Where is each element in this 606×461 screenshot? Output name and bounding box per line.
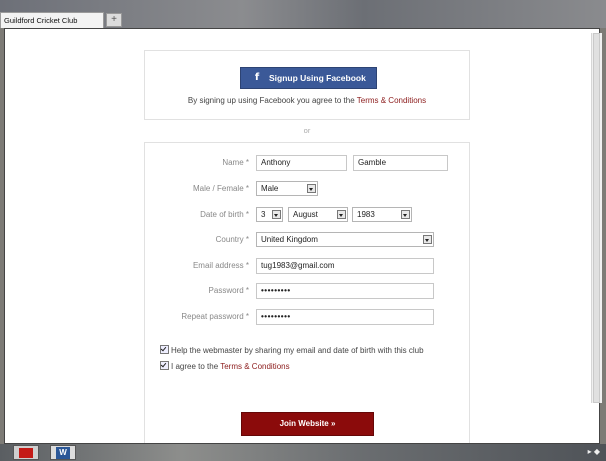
facebook-icon: f (254, 72, 260, 83)
facebook-signup-label: Signup Using Facebook (269, 73, 366, 83)
agree-terms-prefix: I agree to the (171, 362, 219, 371)
password-label: Password * (208, 286, 249, 295)
last-name-input[interactable]: Gamble (353, 155, 448, 171)
facebook-signup-button[interactable]: f Signup Using Facebook (240, 67, 377, 89)
repeat-password-label: Repeat password * (181, 312, 249, 321)
help-webmaster-checkbox[interactable] (160, 345, 169, 354)
agree-terms-link[interactable]: Terms & Conditions (220, 362, 289, 371)
new-tab-button[interactable]: + (106, 13, 122, 27)
taskbar-word-app[interactable]: W (50, 445, 76, 460)
facebook-terms-prefix: By signing up using Facebook you agree t… (187, 96, 355, 105)
gender-select-value: Male (261, 184, 279, 193)
facebook-signup-card: f Signup Using Facebook By signing up us… (144, 50, 470, 120)
repeat-password-input[interactable]: ••••••••• (256, 309, 434, 325)
vertical-scrollbar[interactable] (591, 33, 602, 403)
gender-select[interactable]: Male (256, 181, 318, 196)
chevron-down-icon (401, 210, 410, 219)
tab-guildford-cricket-club[interactable]: Guildford Cricket Club (0, 12, 104, 28)
name-label: Name * (222, 158, 249, 167)
chevron-down-icon (307, 184, 316, 193)
chevron-down-icon (423, 235, 432, 244)
page-viewport: f Signup Using Facebook By signing up us… (4, 28, 600, 444)
join-website-button[interactable]: Join Website » (241, 412, 374, 436)
country-select-value: United Kingdom (261, 235, 318, 244)
system-tray[interactable]: ▸ ◆ (588, 447, 600, 456)
chevron-down-icon (272, 210, 281, 219)
email-input[interactable]: tug1983@gmail.com (256, 258, 434, 274)
dob-year-value: 1983 (357, 210, 375, 219)
help-webmaster-label: Help the webmaster by sharing my email a… (171, 346, 424, 355)
first-name-input[interactable]: Anthony (256, 155, 347, 171)
pdf-icon (19, 448, 33, 458)
os-taskbar: W ▸ ◆ (0, 444, 606, 461)
dob-year-select[interactable]: 1983 (352, 207, 412, 222)
country-select[interactable]: United Kingdom (256, 232, 434, 247)
chevron-down-icon (337, 210, 346, 219)
agree-terms-row[interactable]: I agree to the Terms & Conditions (160, 361, 290, 371)
password-input[interactable]: ••••••••• (256, 283, 434, 299)
help-webmaster-row[interactable]: Help the webmaster by sharing my email a… (160, 345, 424, 355)
agree-terms-checkbox[interactable] (160, 361, 169, 370)
facebook-terms-note: By signing up using Facebook you agree t… (145, 96, 469, 105)
dob-month-select[interactable]: August (288, 207, 348, 222)
email-label: Email address * (192, 261, 249, 270)
dob-day-value: 3 (261, 210, 266, 219)
gender-label: Male / Female * (192, 184, 249, 193)
dob-month-value: August (293, 210, 318, 219)
dob-day-select[interactable]: 3 (256, 207, 283, 222)
scrollbar-thumb[interactable] (593, 33, 600, 403)
taskbar-pdf-app[interactable] (13, 445, 39, 460)
or-separator: or (303, 126, 311, 135)
facebook-terms-link[interactable]: Terms & Conditions (357, 96, 426, 105)
dob-label: Date of birth * (200, 210, 249, 219)
browser-tab-bar: Guildford Cricket Club + (0, 0, 606, 28)
word-icon: W (56, 447, 70, 459)
registration-form-card: Name * Anthony Gamble Male / Female * Ma… (144, 142, 470, 443)
country-label: Country * (215, 235, 249, 244)
